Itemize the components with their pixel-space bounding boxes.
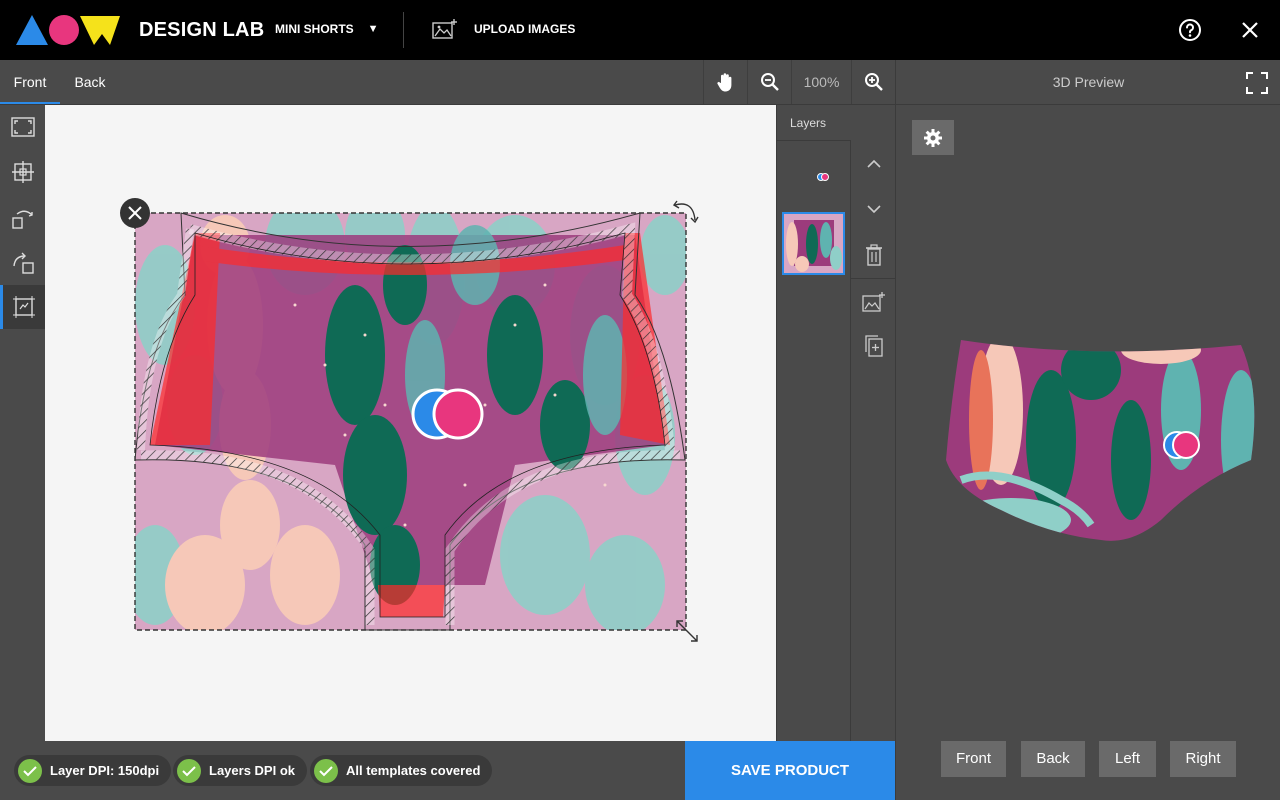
layers-divider (777, 140, 850, 141)
fit-frame-button[interactable] (0, 105, 45, 149)
rotate-left-icon (11, 210, 33, 229)
zoom-in-icon (864, 73, 883, 91)
brand-title: DESIGN LAB (139, 19, 265, 41)
zoom-out-button[interactable] (747, 60, 791, 104)
add-image-icon (861, 292, 885, 312)
product-name: MINI SHORTS (275, 22, 354, 36)
move-down-icon (866, 205, 881, 214)
hand-icon (716, 73, 731, 92)
app-logo[interactable] (14, 12, 124, 48)
close-icon[interactable] (1240, 20, 1260, 40)
fullscreen-icon[interactable] (1246, 72, 1268, 94)
shorts-3d-model[interactable] (941, 330, 1261, 550)
left-toolbar (0, 105, 45, 741)
add-image-layer-button[interactable] (851, 280, 896, 324)
chevron-down-icon: ▼ (367, 23, 379, 35)
rotate-right-button[interactable] (0, 241, 45, 285)
status-text: Layer DPI: 150dpi (50, 763, 160, 778)
help-circle-icon[interactable] (1178, 18, 1202, 42)
header-divider (403, 12, 404, 48)
layer-item-logo[interactable] (782, 145, 845, 208)
move-layer-down-button[interactable] (851, 187, 896, 231)
save-product-button[interactable]: SAVE PRODUCT (685, 741, 895, 800)
gear-icon (924, 128, 942, 147)
duplicate-icon (864, 335, 883, 357)
logo-thumbnail (817, 173, 829, 181)
add-image-icon (432, 19, 457, 39)
center-crosshair-icon (11, 161, 34, 183)
delete-layer-button[interactable] (851, 233, 896, 277)
preview-panel: 3D Preview Front Back Left Right (895, 60, 1280, 800)
status-text: Layers DPI ok (209, 763, 295, 778)
zoom-in-button[interactable] (851, 60, 895, 104)
view-back-button[interactable]: Back (1021, 741, 1085, 777)
delete-handle[interactable] (120, 198, 150, 228)
status-badge-templates: All templates covered (310, 755, 493, 786)
check-icon (314, 758, 338, 783)
fill-area-icon (13, 296, 35, 318)
status-bar: Layer DPI: 150dpi Layers DPI ok All temp… (0, 741, 685, 800)
zoom-level: 100% (791, 60, 851, 104)
pan-tool-button[interactable] (703, 60, 747, 104)
tab-front[interactable]: Front (0, 60, 60, 104)
preview-title: 3D Preview (1052, 74, 1125, 90)
rotate-left-button[interactable] (0, 196, 45, 240)
move-up-icon (866, 159, 881, 168)
duplicate-layer-button[interactable] (851, 324, 896, 368)
zoom-out-icon (760, 73, 779, 91)
top-bar: DESIGN LAB MINI SHORTS ▼ UPLOAD IMAGES (0, 0, 1280, 60)
status-badge-layer-dpi: Layer DPI: 150dpi (14, 755, 172, 786)
view-right-button[interactable]: Right (1170, 741, 1236, 777)
check-icon (177, 758, 201, 783)
view-left-button[interactable]: Left (1099, 741, 1156, 777)
fit-frame-icon (10, 117, 35, 137)
status-badge-layers-dpi: Layers DPI ok (173, 755, 307, 786)
upload-images-button[interactable]: UPLOAD IMAGES (432, 18, 575, 40)
logo-layer-graphic (411, 388, 484, 440)
resize-handle[interactable] (676, 620, 698, 642)
layers-title: Layers (790, 116, 827, 130)
trash-icon (865, 244, 882, 266)
status-text: All templates covered (346, 763, 481, 778)
design-artwork (120, 198, 699, 642)
center-button[interactable] (0, 150, 45, 194)
layers-panel: Layers (776, 105, 896, 741)
upload-label: UPLOAD IMAGES (474, 22, 576, 36)
rotate-right-icon (12, 252, 34, 274)
view-front-button[interactable]: Front (941, 741, 1006, 777)
layer-actions-divider (851, 278, 896, 279)
pattern-thumbnail (784, 214, 843, 273)
move-layer-up-button[interactable] (851, 142, 896, 186)
check-icon (18, 758, 42, 783)
preview-header-divider (896, 104, 1280, 105)
tab-back[interactable]: Back (60, 60, 120, 104)
design-canvas[interactable] (45, 105, 776, 741)
preview-settings-button[interactable] (912, 120, 954, 155)
editor-toolbar: Front Back 100% (0, 60, 895, 105)
layer-item-pattern[interactable] (782, 212, 845, 275)
product-selector[interactable]: MINI SHORTS ▼ (275, 22, 379, 36)
fill-area-button[interactable] (0, 285, 45, 329)
